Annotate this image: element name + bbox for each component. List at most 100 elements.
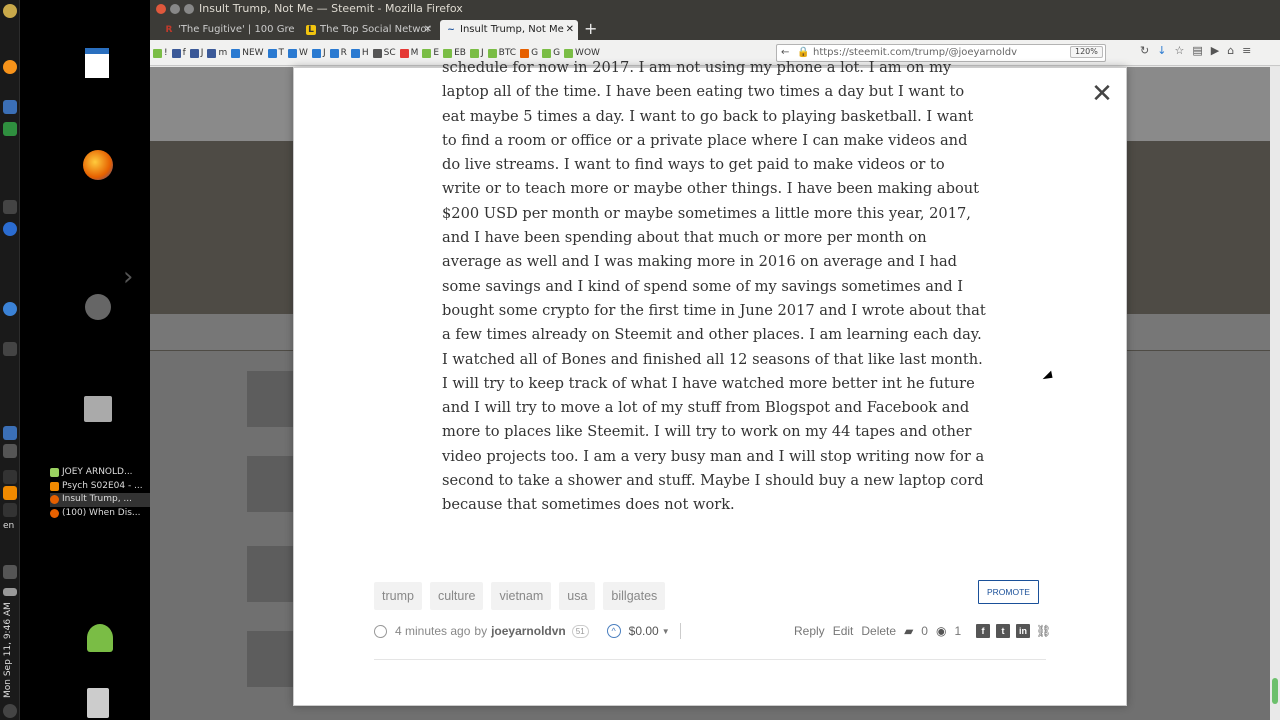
view-count: 1 bbox=[954, 624, 962, 638]
delete-link[interactable]: Delete bbox=[861, 624, 896, 638]
new-tab-button[interactable]: + bbox=[584, 18, 597, 40]
close-tab-icon[interactable]: ✕ bbox=[424, 20, 432, 40]
tab-insult-trump[interactable]: ~ Insult Trump, Not Me ✕ bbox=[440, 20, 578, 40]
bookmark-icon bbox=[372, 48, 382, 58]
launcher-app-icon[interactable] bbox=[3, 200, 17, 214]
post-payout[interactable]: $0.00 bbox=[629, 624, 659, 638]
writer-document-icon[interactable] bbox=[85, 48, 109, 78]
bookmark-label: J bbox=[322, 48, 326, 58]
taskbar-item-label: Psych S02E04 - ... bbox=[62, 480, 143, 491]
facebook-icon[interactable]: f bbox=[976, 624, 990, 638]
bookmark-item[interactable]: J bbox=[311, 48, 326, 58]
bookmark-item[interactable]: H bbox=[350, 48, 369, 58]
author-reputation: 51 bbox=[571, 624, 589, 638]
post-time[interactable]: 4 minutes ago bbox=[395, 624, 470, 638]
launcher-wifi-icon[interactable] bbox=[3, 503, 17, 517]
ubuntu-icon[interactable] bbox=[85, 294, 111, 320]
post-author[interactable]: joeyarnoldvn bbox=[491, 624, 566, 638]
twitter-icon[interactable]: t bbox=[996, 624, 1010, 638]
taskbar-item[interactable]: Insult Trump, ... bbox=[50, 493, 150, 507]
bookmark-item[interactable]: M bbox=[399, 48, 418, 58]
bookmark-item[interactable]: W bbox=[288, 48, 308, 58]
post-thumbnail bbox=[247, 456, 293, 512]
tag-culture[interactable]: culture bbox=[429, 582, 484, 610]
bookmark-item[interactable]: R bbox=[329, 48, 347, 58]
bookmark-item[interactable]: J bbox=[189, 48, 203, 58]
tag-billgates[interactable]: billgates bbox=[603, 582, 666, 610]
trash-icon[interactable] bbox=[87, 688, 109, 718]
bookmark-item[interactable]: SC bbox=[372, 48, 396, 58]
chevron-right-icon[interactable]: › bbox=[123, 262, 133, 292]
reply-link[interactable]: Reply bbox=[794, 624, 825, 638]
taskbar-item[interactable]: JOEY ARNOLD... bbox=[50, 466, 150, 480]
menu-icon[interactable]: ≡ bbox=[1242, 44, 1251, 57]
tag-usa[interactable]: usa bbox=[559, 582, 596, 610]
taskbar-item[interactable]: (100) When Dis... bbox=[50, 507, 150, 521]
close-icon[interactable]: ✕ bbox=[1090, 81, 1114, 107]
clock-icon bbox=[374, 624, 387, 638]
tag-vietnam[interactable]: vietnam bbox=[491, 582, 552, 610]
edit-link[interactable]: Edit bbox=[833, 624, 854, 638]
bookmark-icon bbox=[399, 48, 409, 58]
scrollbar-thumb[interactable] bbox=[1272, 678, 1278, 704]
bookmark-item[interactable]: m bbox=[207, 48, 227, 58]
zoom-indicator[interactable]: 120% bbox=[1070, 46, 1103, 58]
bookmark-item[interactable]: E bbox=[422, 48, 439, 58]
volume-icon[interactable] bbox=[3, 565, 17, 579]
keyboard-language[interactable]: en bbox=[3, 521, 14, 531]
maximize-window-icon[interactable] bbox=[184, 4, 194, 14]
close-window-icon[interactable] bbox=[156, 4, 166, 14]
firefox-icon bbox=[50, 508, 59, 518]
tag-trump[interactable]: trump bbox=[374, 582, 422, 610]
battery-icon[interactable] bbox=[3, 588, 17, 596]
user-share-icon[interactable] bbox=[87, 624, 113, 652]
bookmark-icon bbox=[231, 48, 241, 58]
bookmark-star-icon[interactable]: ☆ bbox=[1174, 44, 1184, 57]
bookmark-item[interactable]: T bbox=[267, 48, 284, 58]
launcher-home-icon[interactable] bbox=[3, 4, 17, 18]
launcher-app-icon[interactable] bbox=[3, 122, 17, 136]
firefox-icon[interactable] bbox=[83, 150, 113, 180]
bookmark-item[interactable]: NEW bbox=[231, 48, 264, 58]
post-thumbnail bbox=[247, 546, 293, 602]
clock[interactable]: Mon Sep 11, 9:46 AM bbox=[3, 598, 17, 698]
home-icon[interactable]: ⌂ bbox=[1227, 44, 1234, 57]
bookmark-icon bbox=[422, 48, 432, 58]
bookmark-item[interactable]: ! bbox=[153, 48, 168, 58]
launcher-app-icon[interactable] bbox=[3, 222, 17, 236]
launcher-app-icon[interactable] bbox=[3, 444, 17, 458]
linkedin-icon[interactable]: in bbox=[1016, 624, 1030, 638]
comments-icon[interactable]: ▰ bbox=[904, 624, 913, 638]
bookmark-label: NEW bbox=[242, 48, 264, 58]
link-icon[interactable]: ⛓ bbox=[1036, 624, 1051, 638]
library-icon[interactable]: ▤ bbox=[1192, 44, 1202, 57]
youtube-icon[interactable]: ▶ bbox=[1211, 44, 1219, 57]
bookmark-icon bbox=[171, 48, 181, 58]
archive-icon[interactable] bbox=[84, 396, 112, 422]
title-bar: Insult Trump, Not Me — Steemit - Mozilla… bbox=[150, 0, 1280, 18]
minimize-window-icon[interactable] bbox=[170, 4, 180, 14]
bookmark-icon bbox=[267, 48, 277, 58]
folder-icon bbox=[50, 468, 59, 478]
launcher-app-icon[interactable] bbox=[3, 100, 17, 114]
bookmark-item[interactable]: f bbox=[171, 48, 186, 58]
bookmark-label: E bbox=[433, 48, 440, 58]
download-icon[interactable]: ↓ bbox=[1157, 44, 1166, 57]
chevron-down-icon[interactable]: ▼ bbox=[662, 627, 670, 636]
upvote-icon[interactable]: ^ bbox=[606, 624, 621, 638]
taskbar-item[interactable]: Psych S02E04 - ... bbox=[50, 480, 150, 494]
share-links: f t in ⛓ bbox=[976, 624, 1051, 638]
launcher-app-icon[interactable] bbox=[3, 426, 17, 440]
launcher-app-icon[interactable] bbox=[3, 342, 17, 356]
launcher-vlc-icon[interactable] bbox=[3, 486, 17, 500]
page-scrollbar[interactable] bbox=[1270, 67, 1280, 720]
close-tab-icon[interactable]: ✕ bbox=[566, 20, 574, 40]
tab-social-networks[interactable]: L The Top Social Networ ✕ bbox=[300, 20, 436, 40]
tab-fugitive[interactable]: R 'The Fugitive' | 100 Gre bbox=[158, 20, 296, 40]
launcher-bitcoin-icon[interactable] bbox=[3, 60, 17, 74]
launcher-bluetooth-icon[interactable] bbox=[3, 470, 17, 484]
promote-button[interactable]: PROMOTE bbox=[978, 580, 1039, 604]
launcher-app-icon[interactable] bbox=[3, 302, 17, 316]
reload-icon[interactable]: ↻ bbox=[1140, 44, 1149, 57]
power-icon[interactable] bbox=[3, 704, 17, 718]
